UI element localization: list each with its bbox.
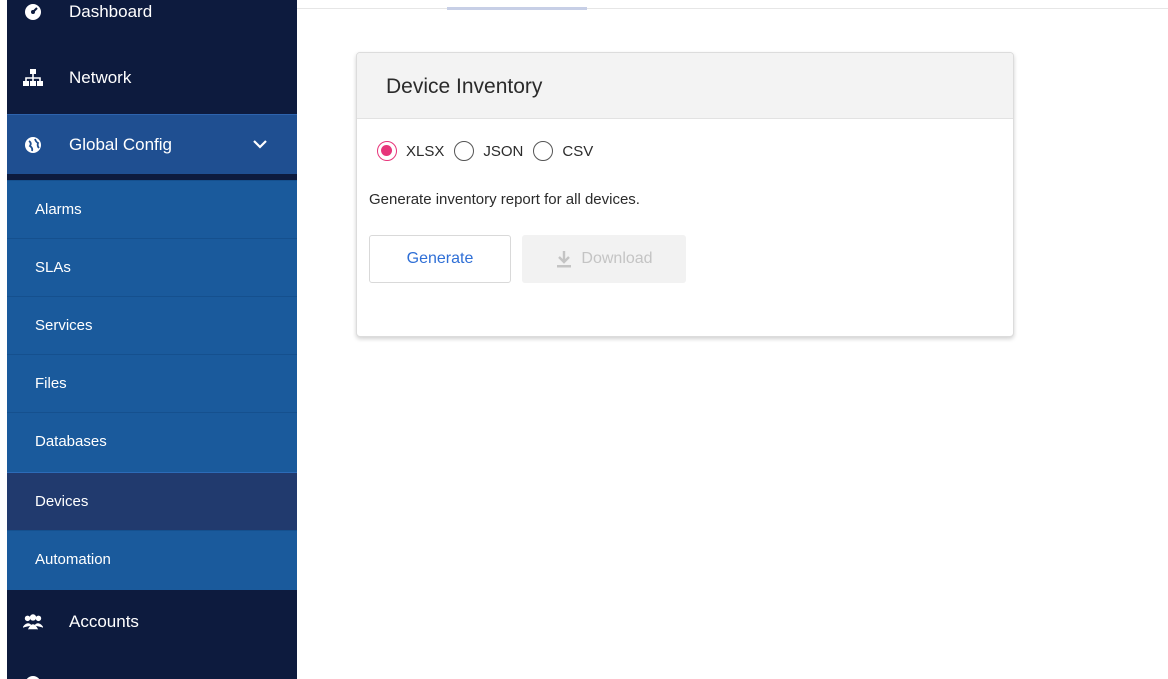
active-tab-indicator (447, 7, 587, 10)
partial-icon (23, 674, 43, 679)
radio-label: JSON (483, 142, 524, 160)
sidebar-item-label: Global Config (69, 134, 173, 154)
sidebar-item-dashboard[interactable]: Dashboard (7, 0, 297, 32)
generate-button[interactable]: Generate (369, 235, 511, 283)
sidebar-item-label: Network (69, 68, 132, 87)
submenu-item-alarms[interactable]: Alarms (7, 180, 297, 238)
sidebar-item-accounts[interactable]: Accounts (7, 592, 297, 652)
card-description: Generate inventory report for all device… (369, 191, 640, 208)
device-inventory-card: Device Inventory XLSX JSON CSV Generate … (356, 52, 1014, 337)
radio-unchecked-icon[interactable] (454, 141, 475, 161)
format-radio-group: XLSX JSON CSV (377, 141, 603, 161)
sidebar-item-network[interactable]: Network (7, 48, 297, 108)
format-radio-json[interactable]: JSON (454, 141, 523, 161)
global-config-submenu: Alarms SLAs Services Files Databases Dev… (7, 180, 297, 590)
sidebar-item-partial[interactable] (7, 664, 297, 679)
dashboard-icon (23, 2, 43, 22)
accounts-icon (23, 612, 43, 632)
network-icon (23, 68, 43, 88)
radio-unchecked-icon[interactable] (533, 141, 554, 161)
download-label: Download (581, 250, 653, 267)
sidebar: Dashboard Network Global Config Alarms S… (7, 0, 297, 679)
radio-label: XLSX (406, 142, 445, 160)
submenu-item-automation[interactable]: Automation (7, 530, 297, 588)
globe-icon (23, 135, 43, 155)
card-title: Device Inventory (357, 53, 1013, 119)
submenu-item-services[interactable]: Services (7, 296, 297, 354)
radio-checked-icon[interactable] (377, 141, 397, 161)
format-radio-csv[interactable]: CSV (533, 141, 593, 161)
sidebar-item-label: Dashboard (69, 2, 153, 21)
submenu-item-slas[interactable]: SLAs (7, 238, 297, 296)
sidebar-item-label: Accounts (69, 612, 139, 631)
submenu-item-databases[interactable]: Databases (7, 412, 297, 470)
submenu-item-files[interactable]: Files (7, 354, 297, 412)
download-button[interactable]: Download (522, 235, 686, 283)
top-divider (297, 8, 1168, 9)
format-radio-xlsx[interactable]: XLSX (377, 141, 444, 161)
chevron-down-icon[interactable] (251, 135, 269, 153)
submenu-item-devices[interactable]: Devices (7, 472, 297, 530)
sidebar-item-global-config[interactable]: Global Config (7, 114, 297, 174)
download-icon (555, 250, 573, 268)
radio-label: CSV (562, 142, 594, 160)
